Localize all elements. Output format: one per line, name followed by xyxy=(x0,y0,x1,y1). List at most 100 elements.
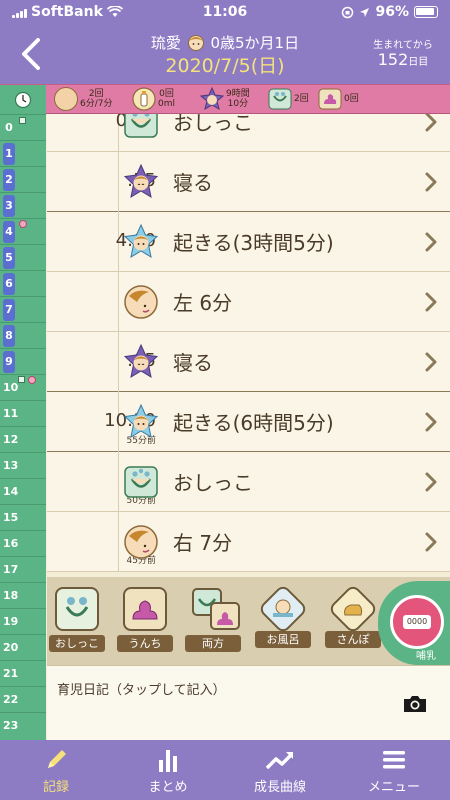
hour-label: 3 xyxy=(3,195,15,217)
chevron-right-icon xyxy=(424,231,438,253)
hour-label: 7 xyxy=(3,299,15,321)
hour-label: 17 xyxy=(3,563,19,576)
row-divider xyxy=(118,512,119,572)
days-count: 152 xyxy=(377,50,409,69)
orientation-lock-icon xyxy=(342,6,354,18)
wake-icon xyxy=(123,223,159,260)
nurse-icon xyxy=(123,284,159,320)
chevron-right-icon xyxy=(424,171,438,193)
record-row[interactable]: 4:00起きる(3時間5分) xyxy=(47,212,450,272)
diary-field[interactable]: 育児日記（タップして記入） xyxy=(47,665,450,740)
stopwatch-window: 0000 xyxy=(403,615,431,629)
hour-row[interactable]: 6 xyxy=(0,270,46,296)
bottle-count: 0回 xyxy=(159,89,174,99)
sleep-icon xyxy=(123,343,159,380)
hour-row[interactable]: 13 xyxy=(0,452,46,478)
hour-row[interactable]: 16 xyxy=(0,530,46,556)
hour-row[interactable]: 11 xyxy=(0,400,46,426)
record-poop-button[interactable]: うんち xyxy=(117,587,173,662)
hour-row[interactable]: 19 xyxy=(0,608,46,634)
summary-nurse: 2回 6分/7分 xyxy=(54,87,113,111)
record-label: 右 7分 xyxy=(173,531,233,555)
record-label: 起きる(6時間5分) xyxy=(173,411,334,435)
hour-label: 16 xyxy=(3,537,19,550)
hour-row[interactable]: 21 xyxy=(0,660,46,686)
hour-row[interactable]: 12 xyxy=(0,426,46,452)
tab-record-label: 記録 xyxy=(42,780,69,795)
chevron-right-icon xyxy=(424,471,438,493)
record-row[interactable]: :1550分前おしっこ xyxy=(47,452,450,512)
hour-row[interactable]: 7 xyxy=(0,296,46,322)
pee-icon xyxy=(268,88,292,110)
chevron-right-icon xyxy=(424,114,438,133)
clock-icon xyxy=(0,85,46,114)
status-bar: SoftBank 11:06 96% xyxy=(0,0,450,26)
walk-icon xyxy=(327,583,379,635)
summary-poop: 0回 xyxy=(318,87,359,111)
summary-sleep: 9時間 10分 xyxy=(200,87,250,111)
poop-caption: うんち xyxy=(117,635,173,652)
hour-label: 23 xyxy=(3,719,19,732)
child-name: 琉愛 xyxy=(150,34,181,52)
hour-label: 22 xyxy=(3,693,19,706)
hour-row[interactable]: 9 xyxy=(0,348,46,374)
record-both-button[interactable]: 両方 xyxy=(185,587,241,662)
tab-growth[interactable]: 成長曲線 xyxy=(224,744,336,800)
record-bath-button[interactable]: お風呂 xyxy=(255,583,311,662)
hour-label: 0 xyxy=(5,121,13,134)
hour-row[interactable]: 22 xyxy=(0,686,46,712)
days-since-birth: 152日目 xyxy=(368,50,438,69)
record-row[interactable]: 0:05おしっこ xyxy=(47,114,450,152)
record-label: 起きる(3時間5分) xyxy=(173,231,334,255)
record-label: 寝る xyxy=(173,351,213,375)
hour-row[interactable]: 8 xyxy=(0,322,46,348)
record-label: 左 6分 xyxy=(173,291,233,315)
record-row[interactable]: 10:1055分前起きる(6時間5分) xyxy=(47,392,450,452)
hour-label: 15 xyxy=(3,511,19,524)
hour-row[interactable]: 18 xyxy=(0,582,46,608)
stopwatch-icon: 0000 xyxy=(390,595,444,649)
record-pee-button[interactable]: おしっこ xyxy=(49,587,105,662)
hour-label: 2 xyxy=(3,169,15,191)
summary-pee: 2回 xyxy=(268,87,309,111)
tab-summary[interactable]: まとめ xyxy=(112,744,224,800)
nursing-timer-button[interactable]: 0000 哺乳 xyxy=(378,581,450,665)
hour-row[interactable]: 15 xyxy=(0,504,46,530)
hour-row[interactable]: 5 xyxy=(0,244,46,270)
record-label: おしっこ xyxy=(173,114,253,135)
pee-icon xyxy=(123,464,159,500)
record-row[interactable]: :55寝る xyxy=(47,152,450,212)
hour-column: 0 1 2 3 4 5 6 7 8 9 10 11 12 13 14 15 16 17 18 19 20 21 22 23 xyxy=(0,114,46,740)
menu-icon xyxy=(383,751,405,769)
tab-record[interactable]: 記録 xyxy=(0,744,112,800)
tab-menu[interactable]: メニュー xyxy=(338,744,450,800)
bar-chart-icon xyxy=(159,750,177,772)
hour-row[interactable]: 17 xyxy=(0,556,46,582)
row-divider xyxy=(118,272,119,332)
wake-icon xyxy=(123,403,159,440)
nurse-marker xyxy=(19,220,27,228)
record-list[interactable]: 0:05おしっこ:55寝る4:00起きる(3時間5分):00左 6分:05寝る1… xyxy=(47,114,450,577)
quick-record-strip: おしっこ うんち 両方 お風呂 さんぽ 0000 哺乳 xyxy=(47,577,450,665)
pee-count: 2回 xyxy=(294,94,309,104)
both-icon xyxy=(191,587,240,631)
nurse-icon xyxy=(54,87,78,111)
hour-row[interactable]: 2 xyxy=(0,166,46,192)
record-row[interactable]: :05寝る xyxy=(47,332,450,392)
diary-placeholder: 育児日記（タップして記入） xyxy=(57,683,226,698)
record-walk-button[interactable]: さんぽ xyxy=(325,583,381,662)
summary-bottle: 0回 0ml xyxy=(132,87,175,111)
hour-row[interactable]: 1 xyxy=(0,140,46,166)
battery-percent: 96% xyxy=(375,4,409,20)
hour-row[interactable]: 20 xyxy=(0,634,46,660)
camera-icon[interactable] xyxy=(402,694,428,714)
record-row[interactable]: :2045分前右 7分 xyxy=(47,512,450,572)
hour-row[interactable]: 14 xyxy=(0,478,46,504)
pee-icon xyxy=(123,114,159,140)
hour-row[interactable]: 3 xyxy=(0,192,46,218)
both-caption: 両方 xyxy=(185,635,241,652)
hour-label: 9 xyxy=(3,351,15,373)
record-row[interactable]: :00左 6分 xyxy=(47,272,450,332)
hour-row[interactable]: 23 xyxy=(0,712,46,738)
tab-bar: 記録 まとめ 成長曲線 メニュー xyxy=(0,740,450,800)
